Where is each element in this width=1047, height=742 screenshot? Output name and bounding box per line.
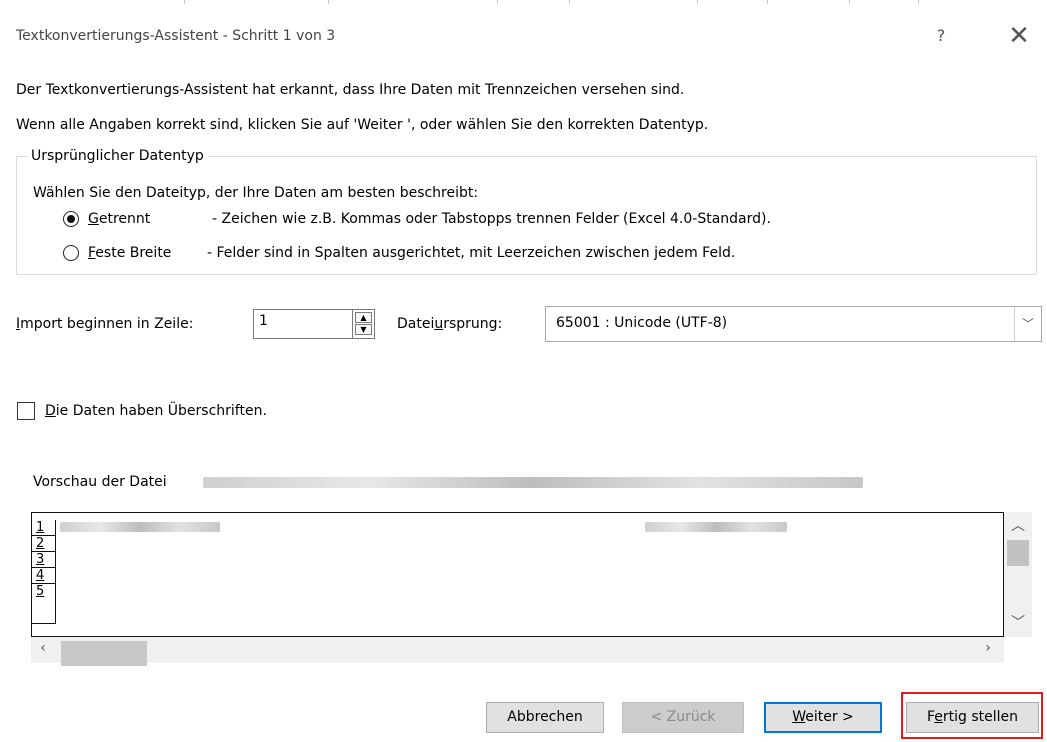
mnemonic-letter: W <box>792 709 806 725</box>
label-text: eiter > <box>805 709 854 725</box>
back-button[interactable]: < Zurück <box>622 702 744 733</box>
preview-row-number: 4 <box>32 568 56 584</box>
import-start-label: Import beginnen in Zeile: <box>16 316 193 332</box>
scroll-up-icon[interactable]: ︿ <box>1004 515 1032 535</box>
preview-label: Vorschau der Datei <box>33 474 167 490</box>
close-icon[interactable]: ✕ <box>1004 21 1034 51</box>
spin-up-icon[interactable]: ▲ <box>355 312 372 323</box>
preview-row-number: 1 <box>32 520 56 536</box>
redacted-cell <box>60 522 220 532</box>
label-text: este Breite <box>95 245 172 261</box>
label-text: ie Daten haben Überschriften. <box>55 403 267 419</box>
headers-checkbox[interactable] <box>17 402 35 420</box>
headers-checkbox-label[interactable]: Die Daten haben Überschriften. <box>45 403 267 419</box>
datatype-prompt: Wählen Sie den Dateityp, der Ihre Daten … <box>33 185 479 201</box>
file-origin-select[interactable]: 65001 : Unicode (UTF-8) ﹀ <box>545 306 1042 342</box>
label-text: etrennt <box>98 211 151 227</box>
radio-fixed-width-description: - Felder sind in Spalten ausgerichtet, m… <box>207 245 736 261</box>
vertical-scroll-thumb[interactable] <box>1007 540 1029 566</box>
radio-selected-dot <box>66 214 75 223</box>
redacted-cell <box>645 522 787 532</box>
top-edge-ticks <box>0 0 1047 4</box>
radio-delimited-label[interactable]: Getrennt <box>88 211 150 227</box>
horizontal-scroll-thumb[interactable] <box>61 641 147 666</box>
label-text: Datei <box>397 316 435 332</box>
spin-down-icon[interactable]: ▼ <box>355 324 372 335</box>
radio-delimited-description: - Zeichen wie z.B. Kommas oder Tabstopps… <box>212 211 771 227</box>
preview-row-number: 2 <box>32 536 56 552</box>
intro-line-2: Wenn alle Angaben korrekt sind, klicken … <box>16 117 709 133</box>
finish-button-highlight <box>901 692 1043 739</box>
file-origin-value: 65001 : Unicode (UTF-8) <box>556 315 728 331</box>
import-start-row-stepper[interactable]: ▲ ▼ <box>352 310 375 338</box>
label-text: mport beginnen in Zeile: <box>20 316 194 332</box>
dialog-title: Textkonvertierungs-Assistent - Schritt 1… <box>16 28 336 44</box>
preview-horizontal-scrollbar[interactable] <box>31 637 1004 663</box>
file-origin-label: Dateiursprung: <box>397 316 502 332</box>
next-button[interactable]: Weiter > <box>764 702 882 733</box>
help-icon[interactable]: ? <box>929 24 953 48</box>
preview-row-number: 3 <box>32 552 56 568</box>
radio-fixed-width-label[interactable]: Feste Breite <box>88 245 171 261</box>
scroll-left-icon[interactable]: ‹ <box>33 640 53 656</box>
datatype-group-legend: Ursprünglicher Datentyp <box>27 148 208 164</box>
radio-fixed-width[interactable] <box>63 245 79 261</box>
mnemonic-letter: u <box>434 316 444 332</box>
preview-row-number: 5 <box>32 584 56 624</box>
redacted-filename <box>203 477 863 488</box>
radio-delimited[interactable] <box>63 211 79 227</box>
mnemonic-letter: D <box>45 403 56 419</box>
chevron-down-icon[interactable]: ﹀ <box>1014 307 1041 341</box>
cancel-button[interactable]: Abbrechen <box>486 702 604 733</box>
label-text: rsprung: <box>443 316 503 332</box>
file-preview[interactable]: 1 2 3 4 5 <box>31 512 1004 637</box>
scroll-down-icon[interactable]: ﹀ <box>1004 612 1032 632</box>
intro-line-1: Der Textkonvertierungs-Assistent hat erk… <box>16 82 685 98</box>
mnemonic-letter: G <box>88 211 99 227</box>
scroll-right-icon[interactable]: › <box>978 640 998 656</box>
